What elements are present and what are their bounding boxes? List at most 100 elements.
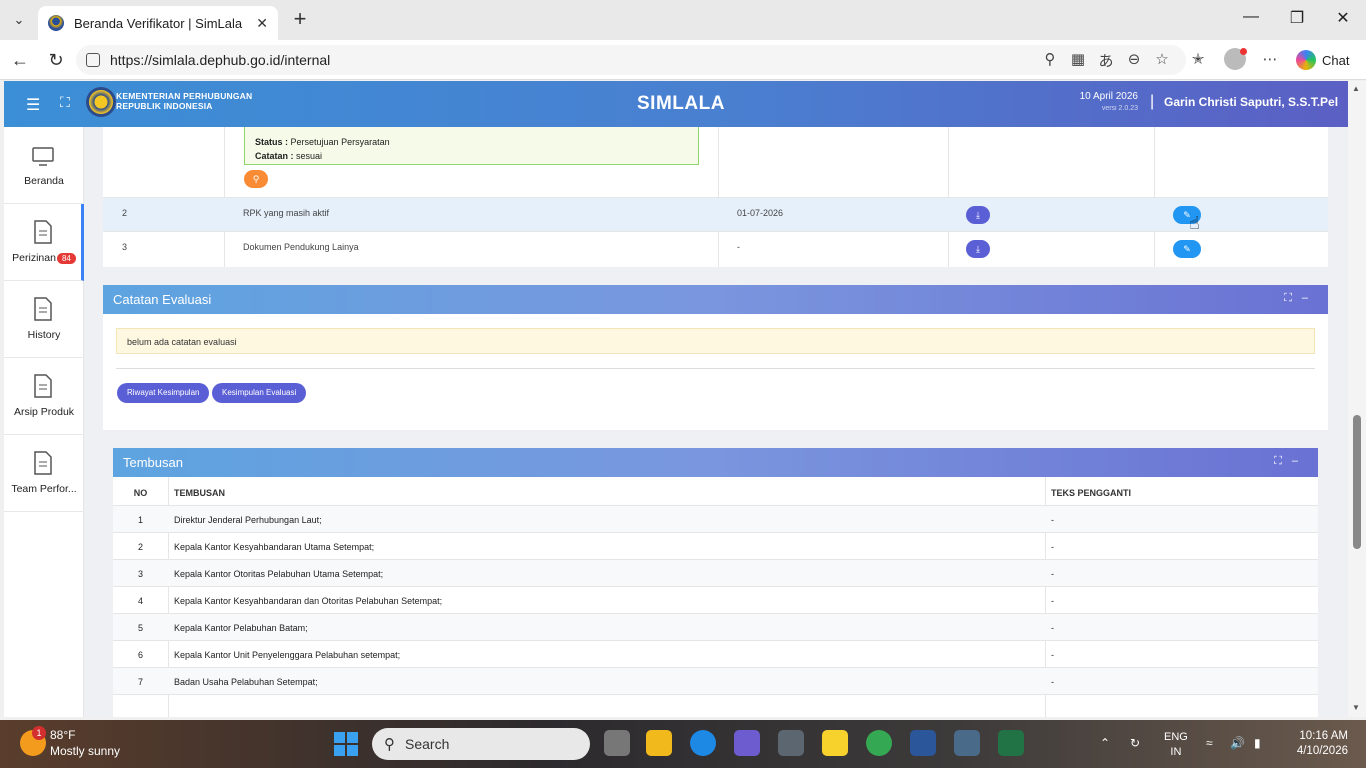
row-tembusan: Direktur Jenderal Perhubungan Laut; xyxy=(174,515,322,525)
volume-icon[interactable]: 🔊 xyxy=(1230,736,1245,750)
row-tembusan: Kepala Kantor Pelabuhan Batam; xyxy=(174,623,308,633)
table-row: 2 RPK yang masih aktif 01-07-2026 ⤓ ✎ xyxy=(103,197,1328,231)
tembusan-card: Tembusan ⛶– NO TEMBUSAN TEKS PENGGANTI 1… xyxy=(113,448,1318,717)
site-info-icon[interactable] xyxy=(86,53,100,67)
verification-status-box: Status : Persetujuan Persyaratan Catatan… xyxy=(244,127,699,165)
evaluation-card-title: Catatan Evaluasi xyxy=(113,292,212,307)
collapse-icon[interactable]: – xyxy=(1292,455,1308,467)
favicon-icon xyxy=(48,15,64,31)
zoom-out-icon[interactable]: ⊖ xyxy=(1124,50,1144,68)
language-indicator[interactable]: ENG IN xyxy=(1164,730,1188,760)
language-secondary: IN xyxy=(1170,746,1182,758)
sidebar-item-history[interactable]: History xyxy=(4,281,84,358)
document-date: 01-07-2026 xyxy=(737,208,784,218)
view-detail-search-button[interactable]: ⚲ xyxy=(244,170,268,188)
show-hidden-icons-chevron-icon[interactable]: ⌃ xyxy=(1100,736,1110,750)
taskbar-search[interactable]: ⚲ Search xyxy=(372,728,590,760)
row-tembusan: Kepala Kantor Kesyahbandaran Utama Setem… xyxy=(174,542,375,552)
system-clock[interactable]: 10:16 AM 4/10/2026 xyxy=(1280,729,1348,759)
url-input[interactable]: https://simlala.dephub.go.id/internal xyxy=(76,45,1186,75)
sidebar-item-perizinan[interactable]: Perizinan 84 xyxy=(4,204,84,281)
org-name-line2: REPUBLIK INDONESIA xyxy=(116,101,213,111)
maximize-icon[interactable]: ⛶ xyxy=(1284,292,1302,304)
camera-icon[interactable] xyxy=(778,730,804,756)
calculator-icon[interactable] xyxy=(954,730,980,756)
user-name[interactable]: Garin Christi Saputri, S.S.T.Pel xyxy=(1164,95,1338,109)
apps-icon[interactable]: ▦ xyxy=(1068,50,1088,68)
riwayat-kesimpulan-button[interactable]: Riwayat Kesimpulan xyxy=(117,383,210,403)
tab-list-chevron-icon[interactable]: ⌄ xyxy=(6,7,32,33)
sidebar-item-label: Beranda xyxy=(24,175,64,187)
row-no: 7 xyxy=(137,677,143,687)
hamburger-menu-icon[interactable]: ☰ xyxy=(26,95,40,115)
restore-icon[interactable]: ❐ xyxy=(1274,8,1320,28)
scroll-thumb[interactable] xyxy=(1353,415,1361,549)
browser-tab-bar: ⌄ Beranda Verifikator | SimLala ✕ + — ❐ … xyxy=(0,0,1366,40)
tab-close-icon[interactable]: ✕ xyxy=(256,15,268,32)
word-icon[interactable] xyxy=(910,730,936,756)
fullscreen-icon[interactable]: ⛶ xyxy=(60,94,70,111)
sticky-notes-icon[interactable] xyxy=(822,730,848,756)
scroll-down-arrow-icon[interactable]: ▼ xyxy=(1352,703,1360,712)
row-teks: - xyxy=(1051,542,1054,552)
row-teks: - xyxy=(1051,515,1054,525)
favorites-list-icon[interactable]: ✭ xyxy=(1188,50,1208,68)
sidebar-item-beranda[interactable]: Beranda xyxy=(4,127,84,204)
ministry-logo xyxy=(86,87,116,117)
collapse-icon[interactable]: – xyxy=(1302,292,1318,304)
excel-icon[interactable] xyxy=(998,730,1024,756)
clock-date: 4/10/2026 xyxy=(1296,745,1348,757)
sidebar-item-label-text: Perizinan xyxy=(12,252,56,264)
windows-start-icon[interactable] xyxy=(334,732,358,756)
copilot-chat-button[interactable]: Chat xyxy=(1296,48,1349,72)
weather-temperature[interactable]: 88°F xyxy=(50,728,75,742)
app-header: ☰ ⛶ KEMENTERIAN PERHUBUNGAN REPUBLIK IND… xyxy=(4,81,1348,127)
sidebar: Beranda Perizinan 84 History Arsip Produk… xyxy=(4,127,84,717)
close-window-icon[interactable]: ✕ xyxy=(1320,8,1366,28)
weather-description[interactable]: Mostly sunny xyxy=(50,744,120,758)
tembusan-card-header: Tembusan ⛶– xyxy=(113,448,1318,477)
document-icon xyxy=(34,451,52,475)
page-scrollbar[interactable]: ▲ ▼ xyxy=(1348,81,1366,717)
perizinan-count-badge: 84 xyxy=(56,253,76,264)
document-icon xyxy=(34,374,52,398)
copilot-app-icon[interactable] xyxy=(734,730,760,756)
row-no: 5 xyxy=(137,623,143,633)
minimize-icon[interactable]: — xyxy=(1228,8,1274,26)
new-tab-plus-icon[interactable]: + xyxy=(288,8,312,32)
download-button[interactable]: ⤓ xyxy=(966,240,990,258)
evaluation-notes-card: Catatan Evaluasi ⛶– belum ada catatan ev… xyxy=(103,285,1328,430)
browser-tab-active[interactable]: Beranda Verifikator | SimLala ✕ xyxy=(38,6,278,40)
file-explorer-icon[interactable] xyxy=(646,730,672,756)
row-tembusan: Badan Usaha Pelabuhan Setempat; xyxy=(174,677,318,687)
row-tembusan: Kepala Kantor Kesyahbandaran dan Otorita… xyxy=(174,596,443,606)
scroll-up-arrow-icon[interactable]: ▲ xyxy=(1352,84,1360,93)
card-tools: ⛶– xyxy=(1284,292,1318,305)
kesimpulan-evaluasi-button[interactable]: Kesimpulan Evaluasi xyxy=(212,383,307,403)
sync-icon[interactable]: ↻ xyxy=(1130,736,1140,750)
search-icon: ⚲ xyxy=(384,736,395,753)
header-tembusan: TEMBUSAN xyxy=(174,488,225,498)
battery-icon[interactable]: ▮ xyxy=(1254,736,1261,750)
more-options-icon[interactable]: ⋯ xyxy=(1260,50,1280,68)
language-primary: ENG xyxy=(1164,731,1188,743)
windows-taskbar: 1 88°F Mostly sunny ⚲ Search ⌃ ↻ ENG IN … xyxy=(0,720,1366,768)
translate-icon[interactable]: あ xyxy=(1096,50,1116,71)
chrome-icon[interactable] xyxy=(866,730,892,756)
sidebar-item-team-performance[interactable]: Team Perfor... xyxy=(4,435,84,512)
catatan-value: sesuai xyxy=(296,151,323,161)
download-button[interactable]: ⤓ xyxy=(966,206,990,224)
sidebar-item-arsip-produk[interactable]: Arsip Produk xyxy=(4,358,84,435)
favorite-star-icon[interactable]: ☆ xyxy=(1152,50,1172,68)
edit-button[interactable]: ✎ xyxy=(1173,240,1201,258)
task-view-icon[interactable] xyxy=(604,730,630,756)
maximize-icon[interactable]: ⛶ xyxy=(1274,455,1292,467)
wifi-icon[interactable]: ≈ xyxy=(1206,736,1213,750)
status-value: Persetujuan Persyaratan xyxy=(290,137,390,147)
refresh-icon[interactable]: ↻ xyxy=(44,48,68,72)
password-key-icon[interactable]: ⚲ xyxy=(1040,50,1060,68)
edge-browser-icon[interactable] xyxy=(690,730,716,756)
table-row: 1 Direktur Jenderal Perhubungan Laut; - xyxy=(113,506,1318,533)
tab-title: Beranda Verifikator | SimLala xyxy=(74,15,243,31)
back-arrow-icon[interactable]: ← xyxy=(8,48,32,72)
